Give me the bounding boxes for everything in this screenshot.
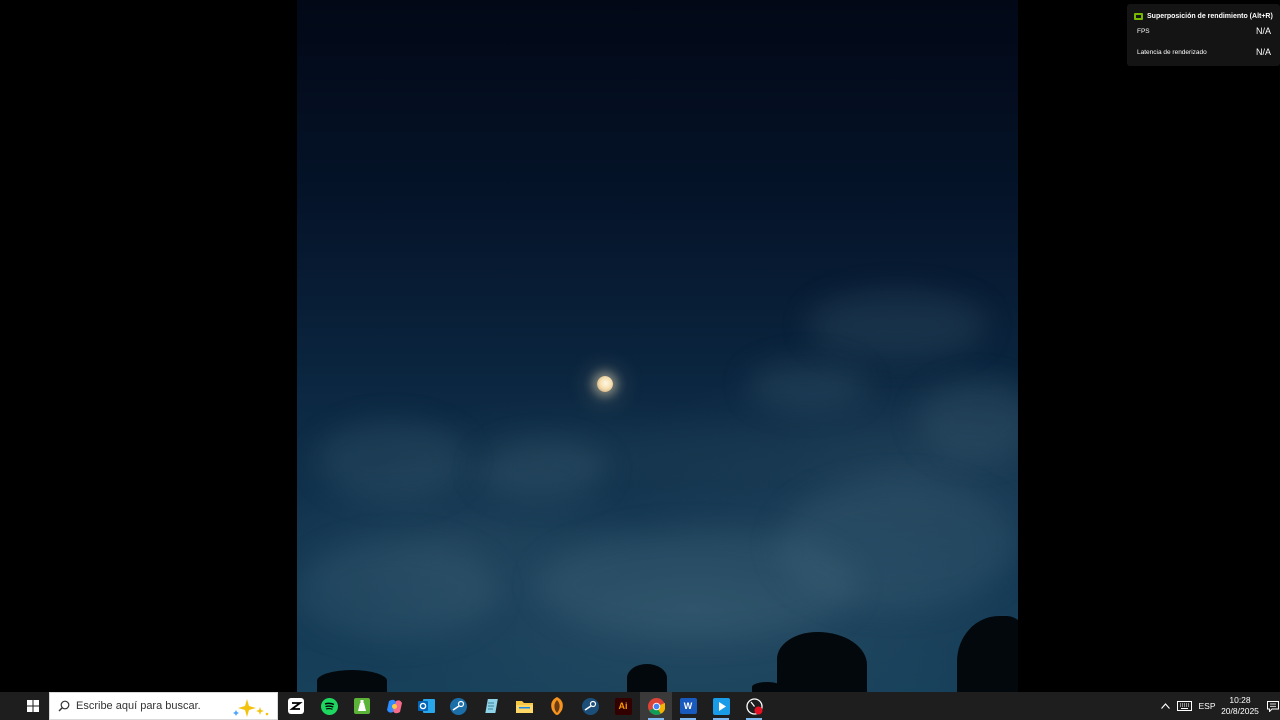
render-latency-row: Latencia de renderizado N/A <box>1137 47 1271 57</box>
search-placeholder: Escribe aquí para buscar. <box>76 700 201 712</box>
render-latency-label: Latencia de renderizado <box>1137 48 1207 56</box>
steam-icon <box>449 697 467 715</box>
taskbar-app-screen-recorder[interactable] <box>738 692 770 720</box>
taskbar-app-fl-studio[interactable] <box>541 692 573 720</box>
screen-recorder-icon <box>745 697 763 715</box>
taskbar-app-chrome[interactable] <box>640 692 672 720</box>
capcut-icon <box>288 698 304 714</box>
windows-icon <box>27 700 39 712</box>
notification-center-button[interactable] <box>1266 692 1280 720</box>
clock[interactable]: 10:28 20/8/2025 <box>1216 695 1264 717</box>
outlook-icon <box>417 699 435 713</box>
fps-row: FPS N/A <box>1137 26 1271 36</box>
taskbar-app-word[interactable]: W <box>672 692 704 720</box>
search-icon <box>58 700 70 712</box>
taskbar: Escribe aquí para buscar. Ai W ESP 10:28… <box>0 692 1280 720</box>
illustrator-icon: Ai <box>614 697 632 715</box>
taskbar-app-file-explorer[interactable] <box>508 692 540 720</box>
clock-time: 10:28 <box>1229 695 1251 705</box>
taskbar-app-outlook[interactable] <box>410 692 442 720</box>
word-label: W <box>683 701 693 711</box>
sparkle-icon <box>233 699 269 717</box>
taskbar-app-illustrator[interactable]: Ai <box>607 692 639 720</box>
notepad-icon <box>485 699 498 713</box>
taskbar-app-steam[interactable] <box>442 692 474 720</box>
touch-keyboard-button[interactable] <box>1175 692 1193 720</box>
taskbar-app-media-player[interactable] <box>705 692 737 720</box>
copilot-icon <box>386 699 402 713</box>
taskbar-app-notepad[interactable] <box>475 692 507 720</box>
render-latency-value: N/A <box>1255 47 1271 57</box>
taskbar-app-capcut[interactable] <box>280 692 312 720</box>
keyboard-icon <box>1176 701 1192 711</box>
chevron-up-icon <box>1160 703 1170 709</box>
ccleaner-icon <box>354 698 370 714</box>
media-player-icon <box>712 697 730 715</box>
start-button[interactable] <box>19 692 47 720</box>
spotify-icon <box>320 697 338 715</box>
chrome-icon <box>647 697 665 715</box>
word-icon: W <box>679 698 697 714</box>
fl-studio-icon <box>551 697 563 715</box>
moon <box>597 376 613 392</box>
illustrator-label: Ai <box>618 701 628 711</box>
taskbar-app-steam-2[interactable] <box>574 692 606 720</box>
notification-icon <box>1267 700 1279 712</box>
performance-overlay: Superposición de rendimiento (Alt+R) FPS… <box>1127 4 1280 66</box>
taskbar-app-ccleaner[interactable] <box>346 692 378 720</box>
overlay-title: Superposición de rendimiento (Alt+R) <box>1147 13 1273 20</box>
fps-value: N/A <box>1255 26 1271 36</box>
search-box[interactable]: Escribe aquí para buscar. <box>49 692 278 720</box>
night-sky-photo <box>297 0 1018 692</box>
taskbar-app-copilot[interactable] <box>378 692 410 720</box>
fps-label: FPS <box>1137 27 1150 35</box>
language-indicator[interactable]: ESP <box>1196 692 1218 720</box>
nvidia-icon <box>1134 13 1143 20</box>
file-explorer-icon <box>515 701 533 713</box>
steam-icon <box>581 697 599 715</box>
taskbar-app-spotify[interactable] <box>313 692 345 720</box>
clock-date: 20/8/2025 <box>1221 706 1259 716</box>
show-hidden-icons-button[interactable] <box>1158 692 1172 720</box>
